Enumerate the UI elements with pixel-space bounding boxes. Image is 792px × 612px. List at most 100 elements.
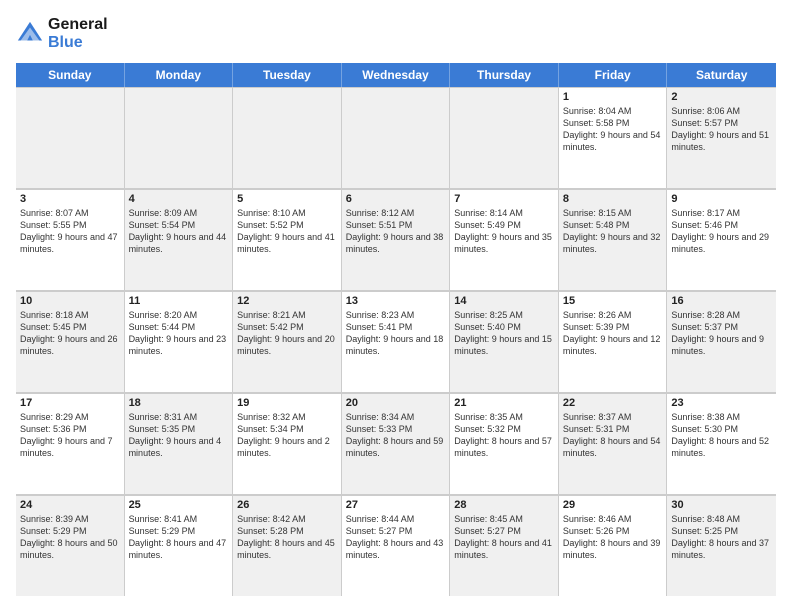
day-number: 21	[454, 397, 554, 409]
day-number: 16	[671, 295, 772, 307]
calendar-cell: 3 Sunrise: 8:07 AMSunset: 5:55 PMDaylight…	[16, 189, 125, 290]
calendar-cell: 7 Sunrise: 8:14 AMSunset: 5:49 PMDaylight…	[450, 189, 559, 290]
day-header-saturday: Saturday	[667, 63, 776, 87]
day-number: 27	[346, 499, 446, 511]
day-number: 7	[454, 193, 554, 205]
day-number: 30	[671, 499, 772, 511]
day-number: 28	[454, 499, 554, 511]
day-number: 10	[20, 295, 120, 307]
day-info: Sunrise: 8:48 AMSunset: 5:25 PMDaylight:…	[671, 513, 772, 562]
day-number: 17	[20, 397, 120, 409]
calendar-cell: 18 Sunrise: 8:31 AMSunset: 5:35 PMDayligh…	[125, 393, 234, 494]
day-info: Sunrise: 8:06 AMSunset: 5:57 PMDaylight:…	[671, 105, 772, 154]
day-info: Sunrise: 8:31 AMSunset: 5:35 PMDaylight:…	[129, 411, 229, 460]
logo-text: General Blue	[48, 16, 108, 53]
calendar-cell: 6 Sunrise: 8:12 AMSunset: 5:51 PMDaylight…	[342, 189, 451, 290]
calendar-cell: 26 Sunrise: 8:42 AMSunset: 5:28 PMDayligh…	[233, 495, 342, 596]
day-info: Sunrise: 8:14 AMSunset: 5:49 PMDaylight:…	[454, 207, 554, 256]
day-info: Sunrise: 8:12 AMSunset: 5:51 PMDaylight:…	[346, 207, 446, 256]
calendar-cell: 22Sunrise: 8:37 AMSunset: 5:31 PMDayligh…	[559, 393, 668, 494]
calendar-cell: 19 Sunrise: 8:32 AMSunset: 5:34 PMDayligh…	[233, 393, 342, 494]
calendar-cell: 20 Sunrise: 8:34 AMSunset: 5:33 PMDayligh…	[342, 393, 451, 494]
day-header-monday: Monday	[125, 63, 234, 87]
day-info: Sunrise: 8:26 AMSunset: 5:39 PMDaylight:…	[563, 309, 663, 358]
day-info: Sunrise: 8:10 AMSunset: 5:52 PMDaylight:…	[237, 207, 337, 256]
day-number: 26	[237, 499, 337, 511]
page: General Blue SundayMondayTuesdayWednesda…	[0, 0, 792, 612]
day-number: 11	[129, 295, 229, 307]
calendar-cell: 1Sunrise: 8:04 AMSunset: 5:58 PMDaylight…	[559, 87, 668, 188]
calendar-cell: 13 Sunrise: 8:23 AMSunset: 5:41 PMDayligh…	[342, 291, 451, 392]
day-number: 3	[20, 193, 120, 205]
day-number: 4	[129, 193, 229, 205]
calendar-cell: 10 Sunrise: 8:18 AMSunset: 5:45 PMDayligh…	[16, 291, 125, 392]
day-number: 5	[237, 193, 337, 205]
day-info: Sunrise: 8:35 AMSunset: 5:32 PMDaylight:…	[454, 411, 554, 460]
calendar-cell: 24Sunrise: 8:39 AMSunset: 5:29 PMDayligh…	[16, 495, 125, 596]
day-number: 20	[346, 397, 446, 409]
day-info: Sunrise: 8:32 AMSunset: 5:34 PMDaylight:…	[237, 411, 337, 460]
calendar-cell: 23 Sunrise: 8:38 AMSunset: 5:30 PMDayligh…	[667, 393, 776, 494]
calendar-cell	[450, 87, 559, 188]
day-number: 9	[671, 193, 772, 205]
day-number: 15	[563, 295, 663, 307]
day-info: Sunrise: 8:23 AMSunset: 5:41 PMDaylight:…	[346, 309, 446, 358]
calendar-cell: 4 Sunrise: 8:09 AMSunset: 5:54 PMDaylight…	[125, 189, 234, 290]
calendar-cell: 21 Sunrise: 8:35 AMSunset: 5:32 PMDayligh…	[450, 393, 559, 494]
calendar-cell	[16, 87, 125, 188]
calendar-header: SundayMondayTuesdayWednesdayThursdayFrid…	[16, 63, 776, 87]
day-info: Sunrise: 8:04 AMSunset: 5:58 PMDaylight:…	[563, 105, 663, 154]
day-info: Sunrise: 8:46 AMSunset: 5:26 PMDaylight:…	[563, 513, 663, 562]
calendar-cell: 11 Sunrise: 8:20 AMSunset: 5:44 PMDayligh…	[125, 291, 234, 392]
day-info: Sunrise: 8:34 AMSunset: 5:33 PMDaylight:…	[346, 411, 446, 460]
header: General Blue	[16, 16, 776, 53]
day-info: Sunrise: 8:38 AMSunset: 5:30 PMDaylight:…	[671, 411, 772, 460]
day-header-thursday: Thursday	[450, 63, 559, 87]
day-info: Sunrise: 8:25 AMSunset: 5:40 PMDaylight:…	[454, 309, 554, 358]
calendar-cell: 12Sunrise: 8:21 AMSunset: 5:42 PMDayligh…	[233, 291, 342, 392]
calendar-week-4: 17 Sunrise: 8:29 AMSunset: 5:36 PMDayligh…	[16, 393, 776, 495]
calendar-week-5: 24Sunrise: 8:39 AMSunset: 5:29 PMDayligh…	[16, 495, 776, 596]
day-header-wednesday: Wednesday	[342, 63, 451, 87]
day-info: Sunrise: 8:20 AMSunset: 5:44 PMDaylight:…	[129, 309, 229, 358]
day-number: 22	[563, 397, 663, 409]
day-number: 13	[346, 295, 446, 307]
day-info: Sunrise: 8:41 AMSunset: 5:29 PMDaylight:…	[129, 513, 229, 562]
day-info: Sunrise: 8:21 AMSunset: 5:42 PMDaylight:…	[237, 309, 337, 358]
day-info: Sunrise: 8:42 AMSunset: 5:28 PMDaylight:…	[237, 513, 337, 562]
calendar-cell	[233, 87, 342, 188]
day-number: 19	[237, 397, 337, 409]
day-info: Sunrise: 8:45 AMSunset: 5:27 PMDaylight:…	[454, 513, 554, 562]
day-header-friday: Friday	[559, 63, 668, 87]
day-number: 23	[671, 397, 772, 409]
day-number: 29	[563, 499, 663, 511]
calendar-cell: 25Sunrise: 8:41 AMSunset: 5:29 PMDayligh…	[125, 495, 234, 596]
calendar-cell: 15 Sunrise: 8:26 AMSunset: 5:39 PMDayligh…	[559, 291, 668, 392]
calendar-cell: 8Sunrise: 8:15 AMSunset: 5:48 PMDaylight…	[559, 189, 668, 290]
day-header-sunday: Sunday	[16, 63, 125, 87]
day-info: Sunrise: 8:09 AMSunset: 5:54 PMDaylight:…	[129, 207, 229, 256]
day-info: Sunrise: 8:07 AMSunset: 5:55 PMDaylight:…	[20, 207, 120, 256]
day-info: Sunrise: 8:18 AMSunset: 5:45 PMDaylight:…	[20, 309, 120, 358]
day-info: Sunrise: 8:29 AMSunset: 5:36 PMDaylight:…	[20, 411, 120, 460]
day-number: 6	[346, 193, 446, 205]
calendar-cell: 27 Sunrise: 8:44 AMSunset: 5:27 PMDayligh…	[342, 495, 451, 596]
calendar-week-2: 3 Sunrise: 8:07 AMSunset: 5:55 PMDaylight…	[16, 189, 776, 291]
calendar: SundayMondayTuesdayWednesdayThursdayFrid…	[16, 63, 776, 596]
logo-icon	[16, 20, 44, 48]
calendar-cell: 17 Sunrise: 8:29 AMSunset: 5:36 PMDayligh…	[16, 393, 125, 494]
day-number: 8	[563, 193, 663, 205]
calendar-week-1: 1Sunrise: 8:04 AMSunset: 5:58 PMDaylight…	[16, 87, 776, 189]
calendar-cell	[342, 87, 451, 188]
calendar-cell: 16Sunrise: 8:28 AMSunset: 5:37 PMDayligh…	[667, 291, 776, 392]
calendar-cell	[125, 87, 234, 188]
calendar-week-3: 10 Sunrise: 8:18 AMSunset: 5:45 PMDayligh…	[16, 291, 776, 393]
calendar-cell: 29 Sunrise: 8:46 AMSunset: 5:26 PMDayligh…	[559, 495, 668, 596]
calendar-cell: 30 Sunrise: 8:48 AMSunset: 5:25 PMDayligh…	[667, 495, 776, 596]
day-info: Sunrise: 8:44 AMSunset: 5:27 PMDaylight:…	[346, 513, 446, 562]
calendar-cell: 2Sunrise: 8:06 AMSunset: 5:57 PMDaylight…	[667, 87, 776, 188]
day-number: 18	[129, 397, 229, 409]
calendar-cell: 28 Sunrise: 8:45 AMSunset: 5:27 PMDayligh…	[450, 495, 559, 596]
logo: General Blue	[16, 16, 108, 53]
day-info: Sunrise: 8:39 AMSunset: 5:29 PMDaylight:…	[20, 513, 120, 562]
